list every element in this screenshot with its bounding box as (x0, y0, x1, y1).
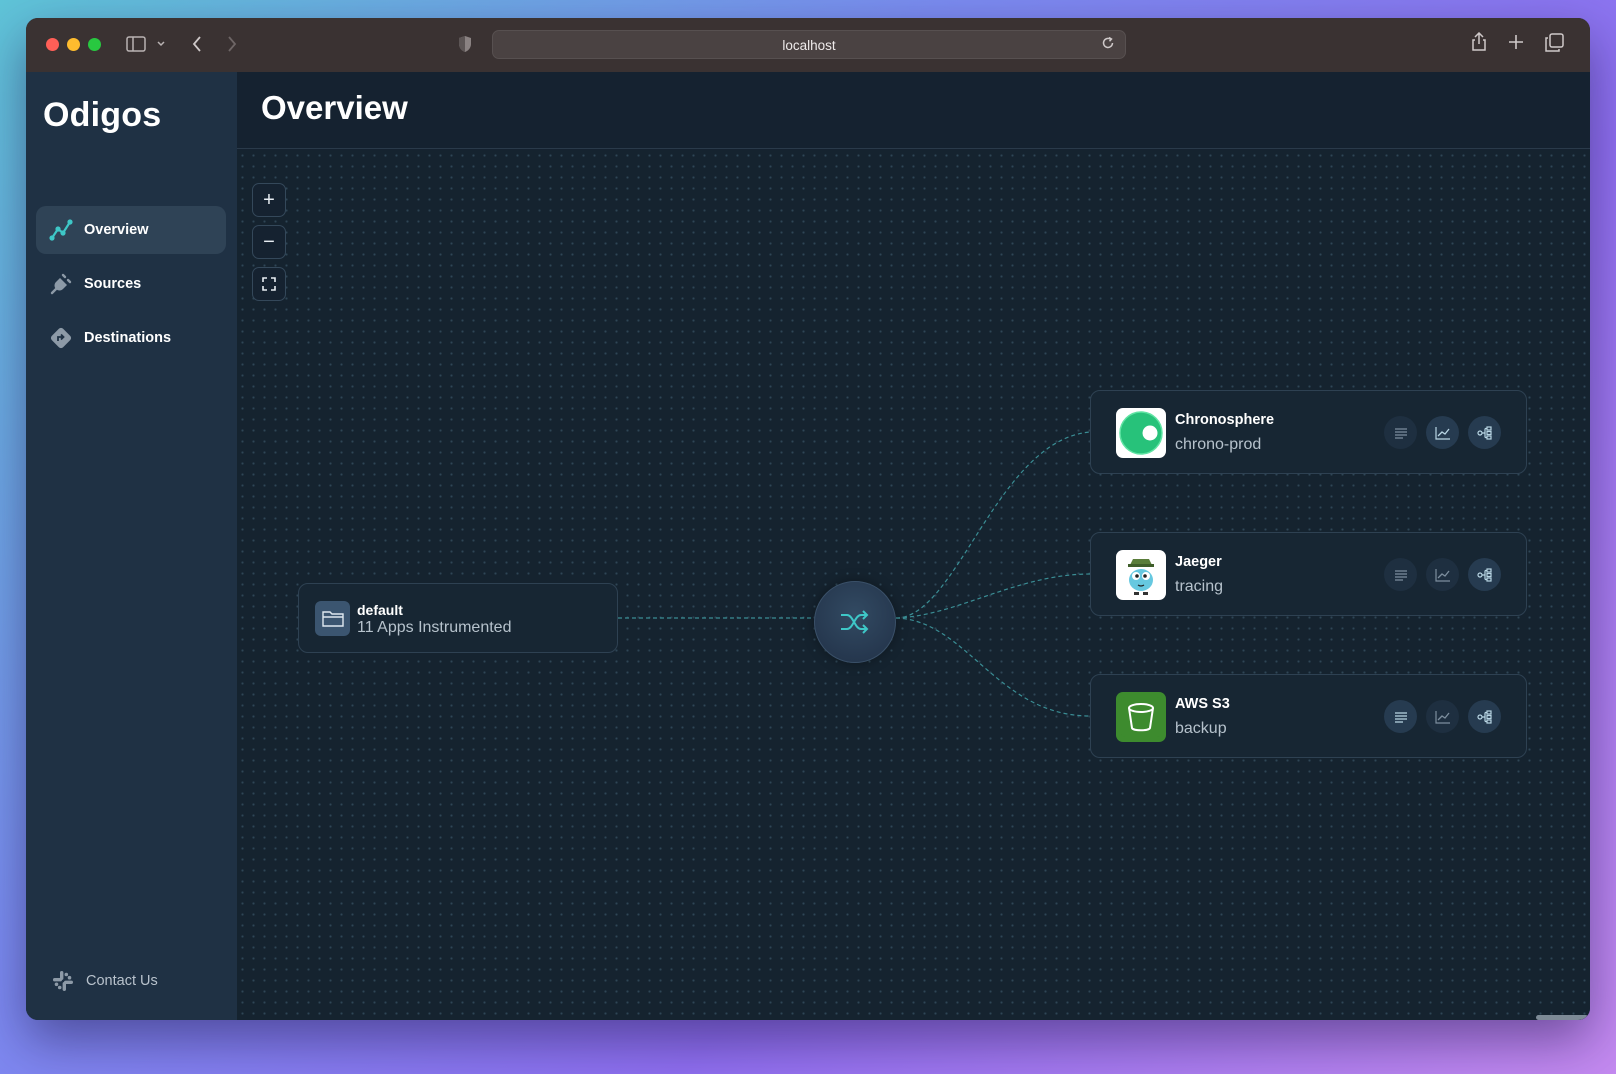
destination-id: tracing (1175, 578, 1224, 595)
metrics-chart-icon (1434, 568, 1450, 582)
traffic-lights (46, 38, 101, 51)
traces-signal-toggle[interactable] (1468, 700, 1501, 733)
shuffle-icon (841, 610, 869, 634)
edge-hub-to-aws-s3 (895, 617, 1091, 717)
jaeger-logo (1116, 550, 1166, 600)
edge-hub-to-jaeger (895, 573, 1091, 619)
flow-canvas[interactable]: + − default 11 Apps Instrumented Chronos… (237, 150, 1590, 1020)
privacy-shield-icon[interactable] (458, 35, 472, 57)
destination-node-jaeger[interactable]: Jaeger tracing (1090, 532, 1527, 616)
aws-s3-logo (1116, 692, 1166, 742)
close-window-button[interactable] (46, 38, 59, 51)
source-apps-count: 11 Apps Instrumented (357, 619, 512, 636)
folder-icon (315, 601, 350, 636)
destination-name: Jaeger (1175, 554, 1222, 570)
metrics-chart-icon (1434, 426, 1450, 440)
browser-window: localhost Odigos Overview Sources Destin… (26, 18, 1590, 1020)
traces-graph-icon (1476, 709, 1492, 724)
traces-graph-icon (1476, 567, 1492, 582)
sidebar-item-destinations[interactable]: Destinations (36, 314, 226, 362)
fit-view-icon (262, 277, 276, 291)
traces-graph-icon (1476, 425, 1492, 440)
contact-us-label: Contact Us (86, 973, 158, 989)
browser-titlebar: localhost (26, 18, 1590, 72)
odigos-pipeline-hub[interactable] (814, 581, 896, 663)
plug-icon (48, 271, 74, 297)
url-text: localhost (782, 38, 836, 53)
logs-lines-icon (1394, 711, 1407, 723)
destination-id: backup (1175, 720, 1227, 737)
metrics-chart-icon (1434, 710, 1450, 724)
new-tab-plus-icon[interactable] (1508, 34, 1524, 54)
destination-id: chrono-prod (1175, 436, 1262, 453)
logs-lines-icon (1394, 427, 1407, 439)
contact-us-link[interactable]: Contact Us (52, 970, 158, 992)
zoom-out-button[interactable]: − (252, 225, 286, 259)
logs-lines-icon (1394, 569, 1407, 581)
zoom-in-button[interactable]: + (252, 183, 286, 217)
back-arrow-icon[interactable] (191, 35, 203, 57)
page-title: Overview (261, 89, 408, 126)
sidebar-item-label: Destinations (84, 330, 172, 346)
slack-icon (52, 970, 74, 992)
sidebar-item-overview[interactable]: Overview (36, 206, 226, 254)
chronosphere-logo (1116, 408, 1166, 458)
zoom-window-button[interactable] (88, 38, 101, 51)
traces-signal-toggle[interactable] (1468, 558, 1501, 591)
destination-name: AWS S3 (1175, 696, 1230, 712)
logs-signal-toggle[interactable] (1384, 416, 1417, 449)
traces-signal-toggle[interactable] (1468, 416, 1501, 449)
sidebar-item-label: Sources (84, 276, 142, 292)
source-namespace-name: default (357, 602, 403, 618)
page-header: Overview (237, 72, 1590, 149)
metrics-signal-toggle[interactable] (1426, 558, 1459, 591)
fit-view-button[interactable] (252, 267, 286, 301)
share-icon[interactable] (1471, 31, 1487, 56)
destination-node-chronosphere[interactable]: Chronosphere chrono-prod (1090, 390, 1527, 474)
destination-diamond-icon (48, 325, 74, 351)
address-bar[interactable]: localhost (492, 30, 1126, 59)
horizontal-scrollbar[interactable] (1536, 1015, 1588, 1020)
reload-icon[interactable] (1101, 36, 1115, 53)
logs-signal-toggle[interactable] (1384, 700, 1417, 733)
minimize-window-button[interactable] (67, 38, 80, 51)
sidebar: Odigos Overview Sources Destinations Con… (26, 72, 237, 1020)
destination-node-aws-s3[interactable]: AWS S3 backup (1090, 674, 1527, 758)
app-logo: Odigos (43, 96, 162, 134)
source-node-default[interactable]: default 11 Apps Instrumented (298, 583, 618, 653)
edge-hub-to-chronosphere (895, 431, 1091, 619)
tab-overview-icon[interactable] (1545, 33, 1564, 56)
sidebar-toggle-icon[interactable] (126, 36, 146, 56)
logs-signal-toggle[interactable] (1384, 558, 1417, 591)
sidebar-item-label: Overview (84, 222, 149, 238)
metrics-signal-toggle[interactable] (1426, 700, 1459, 733)
destination-name: Chronosphere (1175, 412, 1275, 428)
sidebar-item-sources[interactable]: Sources (36, 260, 226, 308)
overview-chart-icon (48, 217, 74, 243)
forward-arrow-icon[interactable] (226, 35, 238, 57)
metrics-signal-toggle[interactable] (1426, 416, 1459, 449)
chevron-down-icon[interactable] (156, 37, 166, 53)
